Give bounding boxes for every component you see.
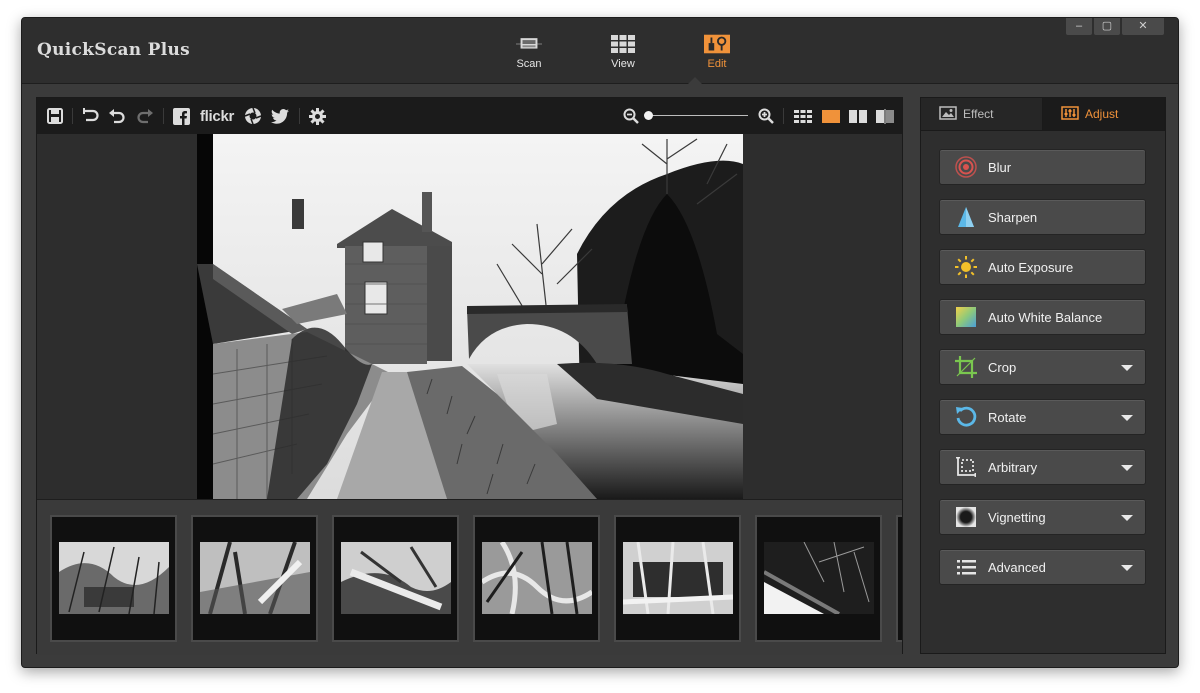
photos-icon[interactable] [242, 106, 264, 126]
grid-view-icon [610, 34, 636, 54]
flickr-button[interactable]: flickr [197, 106, 237, 126]
thumbnail[interactable] [614, 515, 741, 642]
chevron-down-icon [1121, 465, 1133, 471]
vignette-icon [954, 505, 978, 529]
auto-exposure-label: Auto Exposure [988, 259, 1074, 275]
crop-button[interactable]: Crop [939, 349, 1146, 385]
auto-white-balance-button[interactable]: Auto White Balance [939, 299, 1146, 335]
mode-view[interactable]: View [576, 34, 670, 78]
toolbar-separator [72, 108, 73, 124]
edit-tools-icon [704, 34, 730, 54]
thumbnail[interactable] [896, 515, 902, 642]
filmstrip [37, 499, 902, 655]
chevron-down-icon [1121, 515, 1133, 521]
thumbnail[interactable] [332, 515, 459, 642]
scanner-icon [516, 34, 542, 54]
mode-switcher: Scan View Edit [482, 34, 764, 78]
close-button[interactable]: ✕ [1122, 18, 1164, 35]
tab-adjust-label: Adjust [1085, 107, 1119, 121]
settings-icon[interactable] [306, 106, 328, 126]
chevron-down-icon [1121, 365, 1133, 371]
sharpen-icon [954, 205, 978, 229]
undo-all-icon[interactable] [79, 106, 101, 126]
main-photo [197, 134, 743, 499]
rotate-label: Rotate [988, 409, 1027, 425]
sharpen-label: Sharpen [988, 209, 1038, 225]
rotate-icon [954, 405, 978, 429]
zoom-out-icon[interactable] [622, 106, 640, 126]
arbitrary-label: Arbitrary [988, 459, 1038, 475]
save-icon[interactable] [45, 106, 65, 126]
zoom-slider-handle[interactable] [644, 111, 653, 120]
thumbnail[interactable] [473, 515, 600, 642]
zoom-in-icon[interactable] [757, 106, 775, 126]
maximize-button[interactable]: ▢ [1094, 18, 1120, 35]
app-window: QuickScan Plus Scan View Edit – ▢ ✕ flic… [21, 17, 1179, 668]
editor-area: flickr [36, 97, 903, 655]
editor-toolbar: flickr [37, 98, 902, 134]
mode-edit-label: Edit [707, 58, 727, 70]
toolbar-separator [163, 108, 164, 124]
window-controls: – ▢ ✕ [1066, 18, 1164, 35]
facebook-icon[interactable] [171, 106, 191, 126]
mode-scan[interactable]: Scan [482, 34, 576, 78]
split-view-icon[interactable] [847, 106, 869, 126]
grid-layout-icon[interactable] [792, 106, 814, 126]
twitter-icon[interactable] [269, 106, 291, 126]
zoom-slider-track[interactable] [648, 115, 748, 116]
vignetting-label: Vignetting [988, 509, 1046, 525]
vignetting-button[interactable]: Vignetting [939, 499, 1146, 535]
chevron-down-icon [1121, 415, 1133, 421]
arbitrary-icon [954, 455, 978, 479]
flickr-logo: flickr [199, 107, 235, 125]
image-icon [939, 105, 957, 123]
sliders-icon [1061, 105, 1079, 123]
thumbnail[interactable] [755, 515, 882, 642]
toolbar-separator [783, 108, 784, 124]
mode-view-label: View [611, 58, 635, 70]
toolbar-separator [299, 108, 300, 124]
list-icon [954, 555, 978, 579]
title-bar: QuickScan Plus Scan View Edit – ▢ ✕ [22, 18, 1178, 84]
blur-button[interactable]: Blur [939, 149, 1146, 185]
tab-effect-label: Effect [963, 107, 994, 121]
compare-view-icon[interactable] [874, 106, 896, 126]
crop-label: Crop [988, 359, 1017, 375]
sun-icon [954, 255, 978, 279]
auto-white-balance-label: Auto White Balance [988, 309, 1103, 325]
white-balance-icon [954, 305, 978, 329]
blur-label: Blur [988, 159, 1012, 175]
mode-scan-label: Scan [516, 58, 542, 70]
advanced-button[interactable]: Advanced [939, 549, 1146, 585]
sharpen-button[interactable]: Sharpen [939, 199, 1146, 235]
thumbnail[interactable] [50, 515, 177, 642]
chevron-down-icon [1121, 565, 1133, 571]
blur-icon [954, 155, 978, 179]
advanced-label: Advanced [988, 559, 1046, 575]
redo-icon[interactable] [134, 106, 156, 126]
minimize-button[interactable]: – [1066, 18, 1092, 35]
image-viewer[interactable] [37, 134, 902, 499]
tab-adjust[interactable]: Adjust [1043, 98, 1165, 130]
panel-tabs: Effect Adjust [921, 98, 1165, 131]
mode-edit[interactable]: Edit [670, 34, 764, 78]
undo-icon[interactable] [106, 106, 128, 126]
auto-exposure-button[interactable]: Auto Exposure [939, 249, 1146, 285]
adjust-panel: Effect Adjust Blur Sharpen Auto Exposure… [920, 97, 1166, 654]
arbitrary-button[interactable]: Arbitrary [939, 449, 1146, 485]
crop-icon [954, 355, 978, 379]
tab-effect[interactable]: Effect [921, 98, 1043, 130]
app-title: QuickScan Plus [37, 40, 191, 60]
single-view-icon[interactable] [820, 106, 842, 126]
rotate-button[interactable]: Rotate [939, 399, 1146, 435]
thumbnail[interactable] [191, 515, 318, 642]
active-mode-indicator [688, 77, 702, 84]
